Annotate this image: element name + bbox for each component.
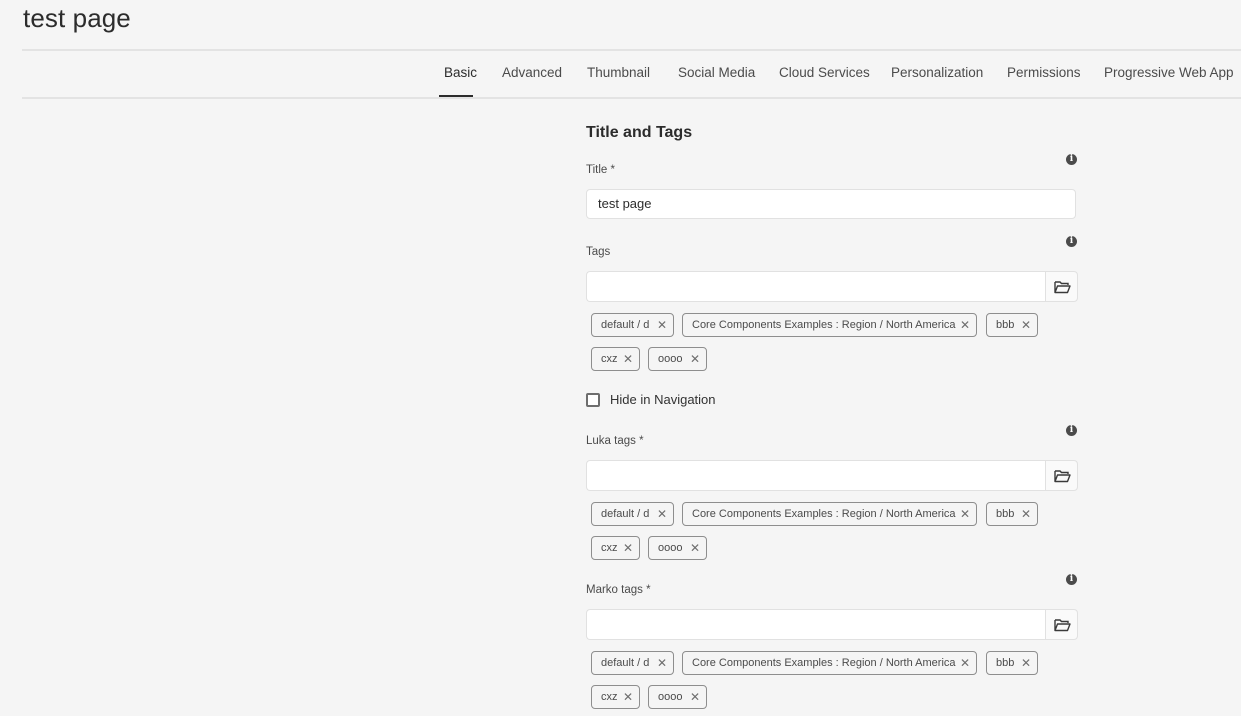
- close-icon[interactable]: ✕: [1021, 314, 1031, 336]
- tag-chip: oooo ✕: [648, 536, 707, 560]
- luka-tags-label: Luka tags *: [586, 435, 644, 447]
- luka-tags-input[interactable]: [586, 460, 1045, 491]
- tag-chip-label: default / d: [601, 508, 650, 520]
- tab-thumbnail[interactable]: Thumbnail: [587, 65, 650, 80]
- tag-chip-label: default / d: [601, 657, 650, 669]
- close-icon[interactable]: ✕: [657, 503, 667, 525]
- tag-chip-label: cxz: [601, 542, 618, 554]
- close-icon[interactable]: ✕: [623, 686, 633, 708]
- tab-social-media[interactable]: Social Media: [678, 65, 755, 80]
- tag-chip: default / d ✕: [591, 313, 674, 337]
- title-label: Title *: [586, 164, 615, 176]
- tab-advanced[interactable]: Advanced: [502, 65, 562, 80]
- title-input[interactable]: test page: [586, 189, 1076, 219]
- close-icon[interactable]: ✕: [657, 652, 667, 674]
- tag-chip: cxz ✕: [591, 685, 640, 709]
- close-icon[interactable]: ✕: [1021, 503, 1031, 525]
- tag-chip-label: Core Components Examples : Region / Nort…: [692, 319, 956, 331]
- close-icon[interactable]: ✕: [623, 348, 633, 370]
- close-icon[interactable]: ✕: [960, 652, 970, 674]
- info-icon[interactable]: i: [1066, 154, 1077, 165]
- tag-chip: Core Components Examples : Region / Nort…: [682, 651, 977, 675]
- tag-chip: default / d ✕: [591, 502, 674, 526]
- luka-tags-browse-button[interactable]: [1045, 460, 1078, 491]
- tag-chip-label: oooo: [658, 353, 683, 365]
- close-icon[interactable]: ✕: [690, 348, 700, 370]
- close-icon[interactable]: ✕: [657, 314, 667, 336]
- folder-icon: [1054, 619, 1071, 632]
- tag-chip: bbb ✕: [986, 651, 1038, 675]
- folder-icon: [1054, 470, 1071, 483]
- tab-cloud-services[interactable]: Cloud Services: [779, 65, 870, 80]
- marko-tags-label: Marko tags *: [586, 584, 651, 596]
- close-icon[interactable]: ✕: [690, 686, 700, 708]
- close-icon[interactable]: ✕: [690, 537, 700, 559]
- tag-chip: bbb ✕: [986, 313, 1038, 337]
- tag-chip: cxz ✕: [591, 536, 640, 560]
- tag-chip: bbb ✕: [986, 502, 1038, 526]
- info-icon[interactable]: i: [1066, 574, 1077, 585]
- section-heading: Title and Tags: [586, 124, 693, 141]
- tag-chip: Core Components Examples : Region / Nort…: [682, 313, 977, 337]
- tag-chip: oooo ✕: [648, 685, 707, 709]
- tag-chip-label: bbb: [996, 319, 1015, 331]
- marko-tags-input[interactable]: [586, 609, 1045, 640]
- tag-chip-label: bbb: [996, 657, 1015, 669]
- info-icon[interactable]: i: [1066, 236, 1077, 247]
- tags-browse-button[interactable]: [1045, 271, 1078, 302]
- page-title: test page: [23, 3, 131, 33]
- tag-chip-label: oooo: [658, 542, 683, 554]
- folder-icon: [1054, 281, 1071, 294]
- tags-input[interactable]: [586, 271, 1045, 302]
- tag-chip-label: Core Components Examples : Region / Nort…: [692, 508, 956, 520]
- hide-in-navigation-checkbox[interactable]: [586, 393, 600, 407]
- tag-chip-label: default / d: [601, 319, 650, 331]
- close-icon[interactable]: ✕: [1021, 652, 1031, 674]
- tag-chip: oooo ✕: [648, 347, 707, 371]
- info-icon[interactable]: i: [1066, 425, 1077, 436]
- tab-progressive-web-app[interactable]: Progressive Web App: [1104, 65, 1234, 80]
- close-icon[interactable]: ✕: [960, 314, 970, 336]
- tags-label: Tags: [586, 246, 611, 258]
- tab-basic[interactable]: Basic: [444, 65, 477, 80]
- tab-permissions[interactable]: Permissions: [1007, 65, 1081, 80]
- tag-chip-label: bbb: [996, 508, 1015, 520]
- marko-tags-browse-button[interactable]: [1045, 609, 1078, 640]
- tag-chip-label: cxz: [601, 353, 618, 365]
- close-icon[interactable]: ✕: [960, 503, 970, 525]
- tab-bar: Basic Advanced Thumbnail Social Media Cl…: [22, 51, 1241, 99]
- hide-in-navigation-label[interactable]: Hide in Navigation: [610, 392, 716, 407]
- tag-chip-label: oooo: [658, 691, 683, 703]
- tag-chip-label: Core Components Examples : Region / Nort…: [692, 657, 956, 669]
- tag-chip: Core Components Examples : Region / Nort…: [682, 502, 977, 526]
- tag-chip: cxz ✕: [591, 347, 640, 371]
- active-tab-indicator: [439, 95, 473, 97]
- tab-personalization[interactable]: Personalization: [891, 65, 983, 80]
- close-icon[interactable]: ✕: [623, 537, 633, 559]
- tag-chip-label: cxz: [601, 691, 618, 703]
- tag-chip: default / d ✕: [591, 651, 674, 675]
